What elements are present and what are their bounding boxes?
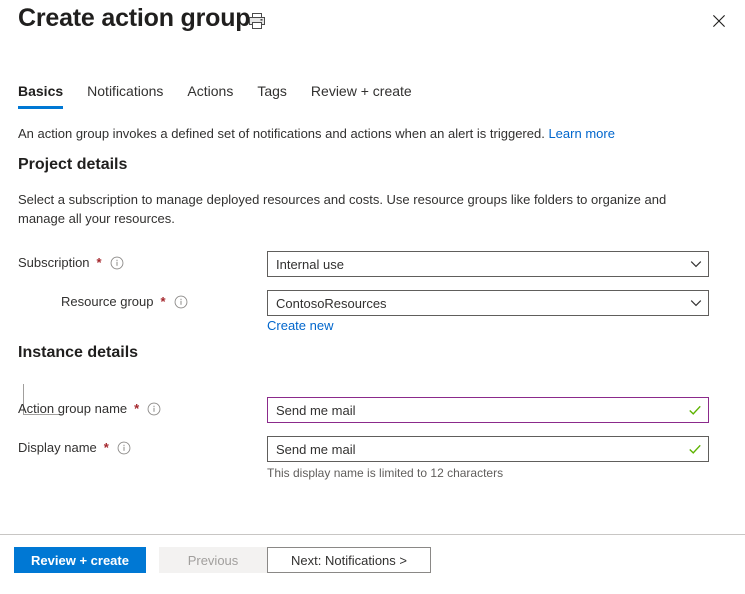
- resource-group-label-text: Resource group: [61, 294, 154, 309]
- info-icon[interactable]: [147, 402, 161, 416]
- tab-review-create[interactable]: Review + create: [299, 82, 424, 109]
- resource-group-dropdown[interactable]: ContosoResources: [267, 290, 709, 316]
- tab-notifications[interactable]: Notifications: [75, 82, 175, 109]
- resource-group-value: ContosoResources: [276, 295, 387, 311]
- action-group-name-input[interactable]: Send me mail: [267, 397, 709, 423]
- subscription-value: Internal use: [276, 256, 344, 272]
- page-title: Create action group: [18, 4, 251, 32]
- display-name-required-asterisk: *: [103, 440, 109, 455]
- subscription-required-asterisk: *: [96, 255, 102, 270]
- close-icon: [712, 14, 726, 28]
- next-notifications-button[interactable]: Next: Notifications >: [267, 547, 431, 573]
- display-name-label: Display name *: [18, 440, 131, 455]
- chevron-down-icon: [690, 261, 702, 268]
- action-group-name-required-asterisk: *: [134, 401, 140, 416]
- tab-tags-label: Tags: [257, 83, 287, 99]
- checkmark-icon: [689, 405, 701, 415]
- subscription-dropdown[interactable]: Internal use: [267, 251, 709, 277]
- tab-basics-label: Basics: [18, 83, 64, 99]
- display-name-hint: This display name is limited to 12 chara…: [267, 466, 504, 480]
- form-content: An action group invokes a defined set of…: [0, 118, 745, 534]
- subscription-label-text: Subscription: [18, 255, 90, 270]
- tab-review-create-label: Review + create: [310, 83, 412, 99]
- checkmark-icon: [689, 444, 701, 454]
- subscription-label: Subscription *: [18, 255, 124, 270]
- tab-actions[interactable]: Actions: [175, 82, 245, 109]
- create-new-resource-group-link[interactable]: Create new: [267, 318, 333, 333]
- project-details-heading: Project details: [18, 156, 128, 173]
- review-create-button[interactable]: Review + create: [14, 547, 146, 573]
- info-icon[interactable]: [174, 295, 188, 309]
- footer-actions: Review + create Previous Next: Notificat…: [0, 535, 745, 594]
- previous-button: Previous: [159, 547, 267, 573]
- info-icon[interactable]: [117, 441, 131, 455]
- instance-details-heading: Instance details: [18, 344, 139, 361]
- info-icon[interactable]: [110, 256, 124, 270]
- project-details-description: Select a subscription to manage deployed…: [18, 192, 667, 226]
- chevron-down-icon: [690, 300, 702, 307]
- action-group-name-label-text: Action group name: [18, 401, 128, 416]
- display-name-label-text: Display name: [18, 440, 97, 455]
- resource-group-label: Resource group *: [61, 294, 188, 309]
- resource-group-required-asterisk: *: [160, 294, 166, 309]
- display-name-value: Send me mail: [276, 441, 356, 457]
- intro-text: An action group invokes a defined set of…: [18, 125, 718, 143]
- tab-actions-label: Actions: [187, 83, 234, 99]
- close-button[interactable]: [703, 5, 735, 37]
- tab-notifications-label: Notifications: [87, 83, 164, 99]
- action-group-name-label: Action group name *: [18, 401, 161, 416]
- tab-basics[interactable]: Basics: [18, 82, 75, 109]
- blade-header: Create action group: [0, 0, 745, 58]
- tab-bar: Basics Notifications Actions Tags Review…: [18, 82, 424, 109]
- intro-sentence: An action group invokes a defined set of…: [18, 126, 545, 141]
- printer-icon[interactable]: [247, 11, 267, 31]
- display-name-input[interactable]: Send me mail: [267, 436, 709, 462]
- tab-tags[interactable]: Tags: [245, 82, 299, 109]
- learn-more-link[interactable]: Learn more: [548, 126, 614, 141]
- action-group-name-value: Send me mail: [276, 402, 356, 418]
